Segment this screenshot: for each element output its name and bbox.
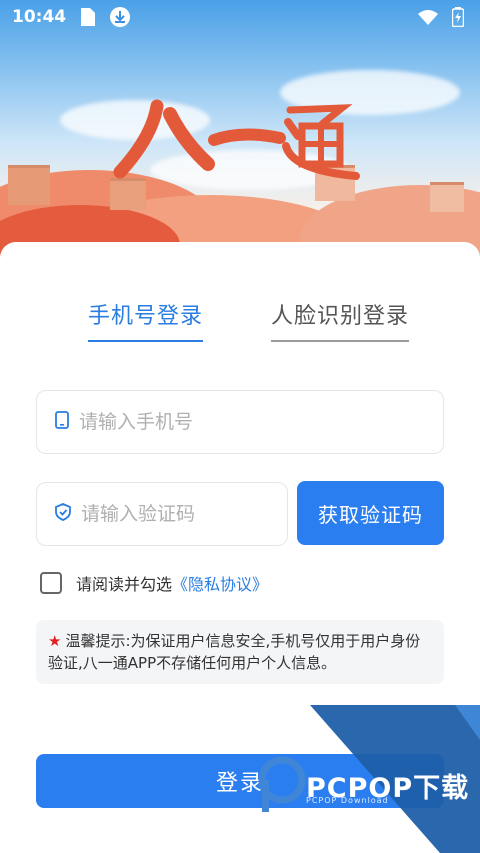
agreement-checkbox[interactable] [40,572,62,594]
phone-icon [55,411,69,433]
battery-charging-icon [448,7,468,27]
login-card: 手机号登录 人脸识别登录 获取验证码 请阅读并勾选 《隐私协议》 ★温馨提示:为… [0,242,480,853]
star-icon: ★ [48,632,62,650]
phone-field[interactable] [36,390,444,454]
phone-input[interactable] [79,411,399,433]
status-bar: 10:44 [0,0,480,34]
agreement-text: 请阅读并勾选 [76,575,173,594]
notice-box: ★ 温馨提示:为保证用户信息安全,手机号仅用于用户身份验证,八一通APP不存储任何… [36,620,444,684]
privacy-link[interactable]: 《隐私协议》 [172,571,268,595]
code-field[interactable] [36,482,288,546]
brand-logo [113,99,360,180]
code-input[interactable] [81,503,261,525]
wall-tower [430,182,464,212]
sim-card-icon [78,7,98,27]
agreement-row: 请阅读并勾选 《隐私协议》 [40,571,268,595]
wall-tower [8,165,50,205]
login-tabs: 手机号登录 人脸识别登录 [0,298,480,342]
get-code-button[interactable]: 获取验证码 [297,481,444,545]
download-icon [110,7,131,27]
tab-face-login[interactable]: 人脸识别登录 [271,298,410,342]
shield-icon [55,503,71,525]
tab-phone-login[interactable]: 手机号登录 [88,298,204,342]
notice-text: 温馨提示:为保证用户信息安全,手机号仅用于用户身份验证,八一通APP不存储任何用… [48,632,421,672]
watermark-subtext: PCPOP Download [306,796,389,805]
wall-tower [110,178,146,210]
wifi-icon [418,7,438,27]
status-time: 10:44 [12,7,67,27]
